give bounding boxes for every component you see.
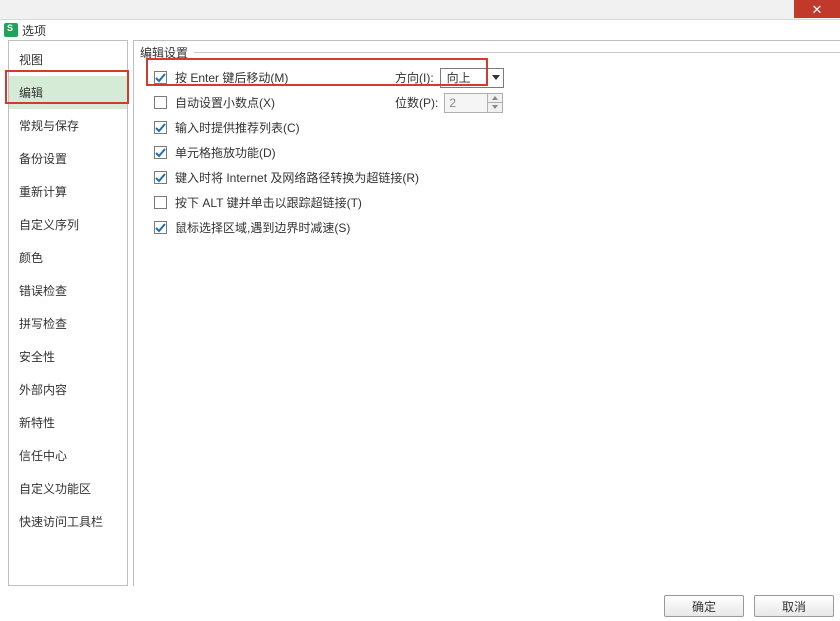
spinner-down-button[interactable] xyxy=(488,103,502,112)
app-icon xyxy=(4,23,18,37)
dropdown-direction-value: 向上 xyxy=(447,69,471,86)
label-alt-hyperlink: 按下 ALT 键并单击以跟踪超链接(T) xyxy=(175,194,362,211)
checkbox-recommend-list[interactable] xyxy=(154,121,167,134)
sidebar-item-custom-seq[interactable]: 自定义序列 xyxy=(9,208,127,241)
section-header: 编辑设置 xyxy=(140,44,840,61)
label-places: 位数(P): xyxy=(395,94,438,111)
spinner-up-button[interactable] xyxy=(488,94,502,104)
sidebar-item-quick-access[interactable]: 快速访问工具栏 xyxy=(9,505,127,538)
top-strip: ✕ xyxy=(0,0,840,20)
row-drag-drop: 单元格拖放功能(D) xyxy=(154,140,830,165)
chevron-down-icon xyxy=(492,105,498,109)
section-title: 编辑设置 xyxy=(140,44,188,61)
label-drag-drop: 单元格拖放功能(D) xyxy=(175,144,276,161)
sidebar-item-backup[interactable]: 备份设置 xyxy=(9,142,127,175)
sidebar-item-color[interactable]: 颜色 xyxy=(9,241,127,274)
check-icon xyxy=(155,172,166,183)
sidebar-item-recalc[interactable]: 重新计算 xyxy=(9,175,127,208)
title-bar: 选项 xyxy=(0,20,840,40)
check-icon xyxy=(155,72,166,83)
label-enter-move: 按 Enter 键后移动(M) xyxy=(175,69,335,86)
cancel-button[interactable]: 取消 xyxy=(754,595,834,617)
sidebar-item-new-features[interactable]: 新特性 xyxy=(9,406,127,439)
row-enter-move: 按 Enter 键后移动(M) 方向(I): 向上 xyxy=(154,65,830,90)
row-internet-link: 键入时将 Internet 及网络路径转换为超链接(R) xyxy=(154,165,830,190)
sidebar-item-error-check[interactable]: 错误检查 xyxy=(9,274,127,307)
window-title: 选项 xyxy=(22,22,46,39)
label-mouse-sel-slow: 鼠标选择区域,遇到边界时减速(S) xyxy=(175,219,350,236)
chevron-up-icon xyxy=(492,96,498,100)
spinner-places[interactable]: 2 xyxy=(444,93,503,113)
ok-button[interactable]: 确定 xyxy=(664,595,744,617)
sidebar-item-custom-ribbon[interactable]: 自定义功能区 xyxy=(9,472,127,505)
sidebar-item-trust-center[interactable]: 信任中心 xyxy=(9,439,127,472)
row-recommend-list: 输入时提供推荐列表(C) xyxy=(154,115,830,140)
checkbox-enter-move[interactable] xyxy=(154,71,167,84)
checkbox-alt-hyperlink[interactable] xyxy=(154,196,167,209)
sidebar-item-security[interactable]: 安全性 xyxy=(9,340,127,373)
label-auto-decimal: 自动设置小数点(X) xyxy=(175,94,335,111)
label-recommend-list: 输入时提供推荐列表(C) xyxy=(175,119,300,136)
check-icon xyxy=(155,147,166,158)
spinner-places-value: 2 xyxy=(444,93,488,113)
sidebar-item-view[interactable]: 视图 xyxy=(9,43,127,76)
close-button[interactable]: ✕ xyxy=(794,0,840,18)
checkbox-drag-drop[interactable] xyxy=(154,146,167,159)
section-divider xyxy=(194,52,840,53)
label-internet-link: 键入时将 Internet 及网络路径转换为超链接(R) xyxy=(175,169,419,186)
footer-buttons: 确定 取消 xyxy=(664,595,834,617)
check-icon xyxy=(155,122,166,133)
form-area: 按 Enter 键后移动(M) 方向(I): 向上 自动设置小数点(X) 位数(… xyxy=(154,65,830,240)
sidebar-item-spell-check[interactable]: 拼写检查 xyxy=(9,307,127,340)
sidebar-item-external[interactable]: 外部内容 xyxy=(9,373,127,406)
check-icon xyxy=(155,222,166,233)
row-auto-decimal: 自动设置小数点(X) 位数(P): 2 xyxy=(154,90,830,115)
sidebar-item-edit[interactable]: 编辑 xyxy=(9,76,127,109)
category-sidebar: 视图 编辑 常规与保存 备份设置 重新计算 自定义序列 颜色 错误检查 拼写检查… xyxy=(8,40,128,586)
checkbox-internet-link[interactable] xyxy=(154,171,167,184)
checkbox-mouse-sel-slow[interactable] xyxy=(154,221,167,234)
checkbox-auto-decimal[interactable] xyxy=(154,96,167,109)
row-alt-hyperlink: 按下 ALT 键并单击以跟踪超链接(T) xyxy=(154,190,830,215)
content-panel: 编辑设置 按 Enter 键后移动(M) 方向(I): 向上 xyxy=(133,40,840,586)
row-mouse-sel-slow: 鼠标选择区域,遇到边界时减速(S) xyxy=(154,215,830,240)
dropdown-direction[interactable]: 向上 xyxy=(440,68,504,88)
sidebar-item-general-save[interactable]: 常规与保存 xyxy=(9,109,127,142)
chevron-down-icon xyxy=(492,75,500,80)
label-direction: 方向(I): xyxy=(395,69,434,86)
